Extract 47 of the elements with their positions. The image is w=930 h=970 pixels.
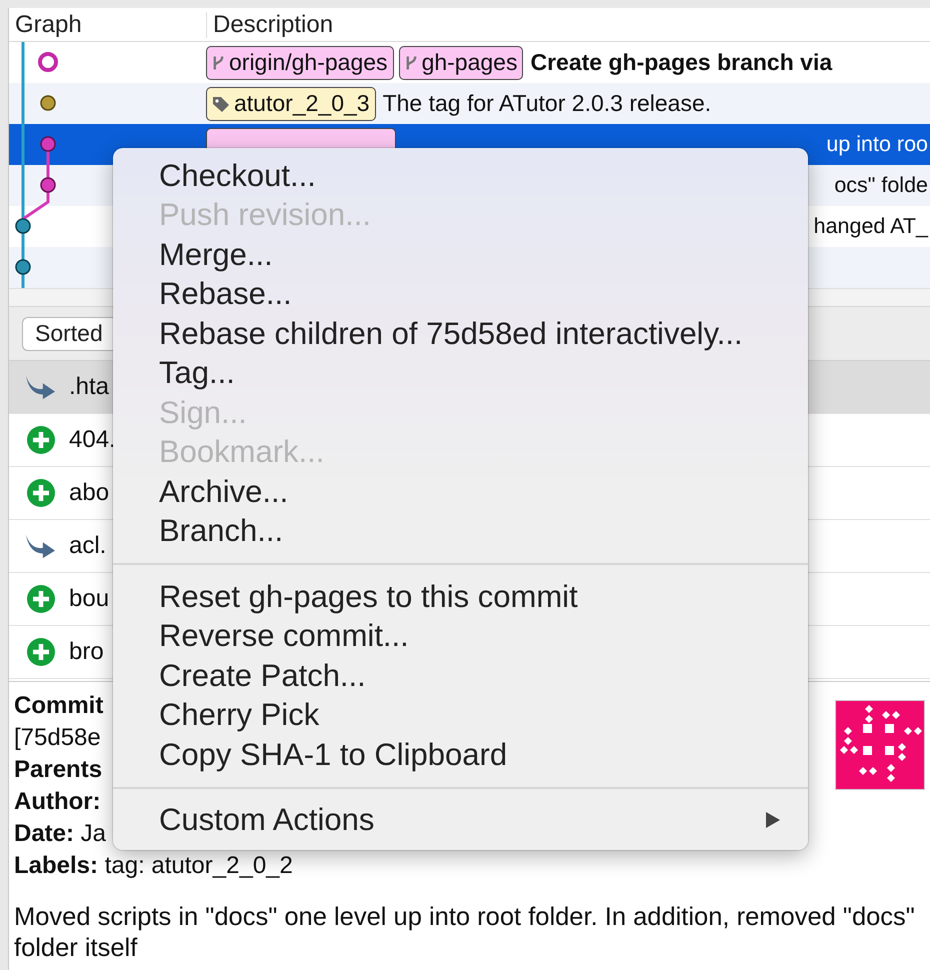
menu-item[interactable]: Custom Actions	[113, 800, 808, 840]
commit-message: hanged AT_	[812, 214, 928, 239]
tag-icon	[212, 94, 230, 112]
file-name: abo	[69, 479, 110, 507]
commit-node	[40, 177, 56, 193]
menu-item[interactable]: Tag...	[113, 354, 808, 393]
menu-item[interactable]: Cherry Pick	[113, 696, 808, 735]
detail-line: Author:	[14, 787, 101, 817]
submenu-arrow-icon	[766, 812, 780, 828]
branch-label: gh-pages	[398, 46, 524, 80]
menu-item[interactable]: Copy SHA-1 to Clipboard	[113, 735, 808, 774]
detail-line: Commit	[14, 691, 104, 721]
detail-line: Date: Ja	[14, 819, 106, 849]
commit-node	[15, 218, 31, 234]
commit-node	[40, 136, 56, 152]
menu-item[interactable]: Branch...	[113, 512, 808, 551]
menu-item[interactable]: Reset gh-pages to this commit	[113, 577, 808, 616]
file-name: .hta	[69, 373, 110, 401]
tag-label: atutor_2_0_3	[206, 86, 376, 120]
commit-message-text: Moved scripts in "docs" one level up into root folder. In addition, removed "docs" folder itself	[14, 902, 916, 964]
column-header[interactable]: Graph	[9, 12, 207, 38]
menu-item[interactable]: Archive...	[113, 472, 808, 512]
commit-message: up into roo	[825, 132, 928, 157]
commit-message: The tag for ATutor 2.0.3 release.	[382, 90, 712, 117]
menu-item[interactable]: Rebase...	[113, 274, 808, 314]
commit-message: Create gh-pages branch via	[529, 49, 832, 76]
column-header[interactable]: Description	[207, 10, 334, 38]
branch-icon	[404, 54, 418, 72]
sort-button[interactable]: Sorted	[22, 316, 114, 350]
detail-line: [75d58e	[14, 723, 101, 753]
menu-item[interactable]: Rebase children of 75d58ed interactively...	[113, 314, 808, 354]
branch-icon	[212, 54, 225, 72]
commit-node	[15, 259, 31, 275]
detail-line: Labels: tag: atutor_2_0_2	[14, 851, 293, 881]
commit-node	[40, 95, 56, 111]
menu-item[interactable]: Merge...	[113, 235, 808, 274]
file-name: bro	[69, 638, 104, 666]
commit-message: ocs" folde	[833, 173, 928, 198]
commit-row[interactable]: atutor_2_0_3 The tag for ATutor 2.0.3 release.	[9, 83, 930, 124]
file-name: bou	[69, 585, 110, 613]
menu-item[interactable]: Reverse commit...	[113, 616, 808, 656]
file-name: 404.	[69, 426, 116, 454]
branch-label: origin/gh-pages	[206, 46, 394, 80]
commit-node	[38, 52, 58, 72]
detail-line: Parents	[14, 755, 102, 785]
file-name: acl.	[69, 532, 106, 560]
menu-item[interactable]: Create Patch...	[113, 656, 808, 696]
